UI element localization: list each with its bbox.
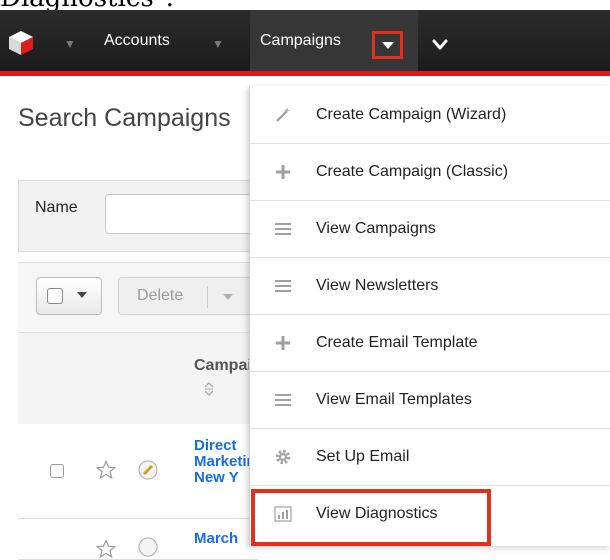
edit-pencil-icon[interactable] bbox=[138, 537, 158, 557]
menu-item-label: Create Email Template bbox=[316, 334, 478, 351]
chevron-down-icon[interactable] bbox=[432, 38, 448, 52]
sugar-cube-icon[interactable] bbox=[8, 30, 34, 56]
top-navigation-bar: ▼ Accounts ▼ Campaigns bbox=[0, 10, 610, 76]
table-header: Campaign bbox=[18, 332, 258, 426]
menu-item-view-newsletters[interactable]: View Newsletters bbox=[250, 257, 610, 314]
menu-item-label: View Diagnostics bbox=[316, 505, 438, 522]
menu-item-view-campaigns[interactable]: View Campaigns bbox=[250, 200, 610, 257]
document-heading-fragment: Diagnostics". bbox=[0, 0, 610, 10]
menu-item-view-email-templates[interactable]: View Email Templates bbox=[250, 371, 610, 428]
menu-item-create-campaign-wizard[interactable]: Create Campaign (Wizard) bbox=[250, 86, 610, 143]
search-name-input[interactable] bbox=[105, 194, 267, 234]
gear-icon bbox=[275, 449, 291, 465]
search-panel: Name bbox=[18, 180, 267, 252]
list-icon bbox=[275, 223, 291, 235]
nav-tab-campaigns-label: Campaigns bbox=[260, 31, 341, 49]
plus-icon bbox=[276, 336, 290, 350]
caret-down-icon bbox=[381, 41, 394, 49]
menu-item-create-email-template[interactable]: Create Email Template bbox=[250, 314, 610, 371]
page-title: Search Campaigns bbox=[18, 104, 231, 132]
sort-icon[interactable] bbox=[204, 381, 214, 397]
select-all-checkbox[interactable] bbox=[47, 288, 63, 304]
delete-button[interactable]: Delete bbox=[118, 277, 268, 315]
menu-item-label: View Campaigns bbox=[316, 220, 436, 237]
nav-tab-accounts-label: Accounts bbox=[104, 31, 170, 49]
list-actions-bar: Delete bbox=[18, 262, 268, 333]
star-icon[interactable] bbox=[96, 460, 116, 480]
edit-pencil-icon[interactable] bbox=[138, 460, 158, 480]
magic-wand-icon bbox=[276, 106, 291, 122]
campaigns-dropdown-toggle[interactable] bbox=[372, 31, 403, 59]
caret-down-icon bbox=[77, 292, 87, 298]
logo-menu-caret-icon[interactable]: ▼ bbox=[64, 38, 76, 50]
list-icon bbox=[275, 280, 291, 292]
campaigns-dropdown-menu: Create Campaign (Wizard) Create Campaign… bbox=[249, 86, 610, 546]
bar-chart-icon bbox=[274, 506, 292, 522]
divider bbox=[207, 286, 208, 308]
menu-item-label: Create Campaign (Wizard) bbox=[316, 105, 507, 123]
table-row[interactable]: Direct Marketing New Y bbox=[18, 424, 264, 519]
menu-item-label: View Email Templates bbox=[316, 391, 472, 408]
accounts-caret-icon[interactable]: ▼ bbox=[212, 38, 224, 50]
column-header-campaign[interactable]: Campaign bbox=[194, 357, 254, 375]
plus-icon bbox=[276, 165, 290, 179]
menu-item-label: Create Campaign (Classic) bbox=[316, 163, 509, 180]
mass-select-button[interactable] bbox=[36, 277, 102, 315]
delete-button-label: Delete bbox=[137, 287, 184, 304]
menu-item-create-campaign-classic[interactable]: Create Campaign (Classic) bbox=[250, 143, 610, 200]
menu-item-view-diagnostics[interactable]: View Diagnostics bbox=[250, 485, 610, 542]
row-checkbox[interactable] bbox=[50, 464, 64, 478]
star-icon[interactable] bbox=[96, 539, 116, 559]
menu-item-label: Set Up Email bbox=[316, 448, 410, 465]
menu-item-set-up-email[interactable]: Set Up Email bbox=[250, 428, 610, 485]
menu-item-label: View Newsletters bbox=[316, 277, 439, 294]
caret-down-icon bbox=[223, 294, 233, 300]
table-row[interactable]: March bbox=[18, 519, 258, 560]
search-name-label: Name bbox=[35, 199, 78, 216]
list-icon bbox=[275, 394, 291, 406]
